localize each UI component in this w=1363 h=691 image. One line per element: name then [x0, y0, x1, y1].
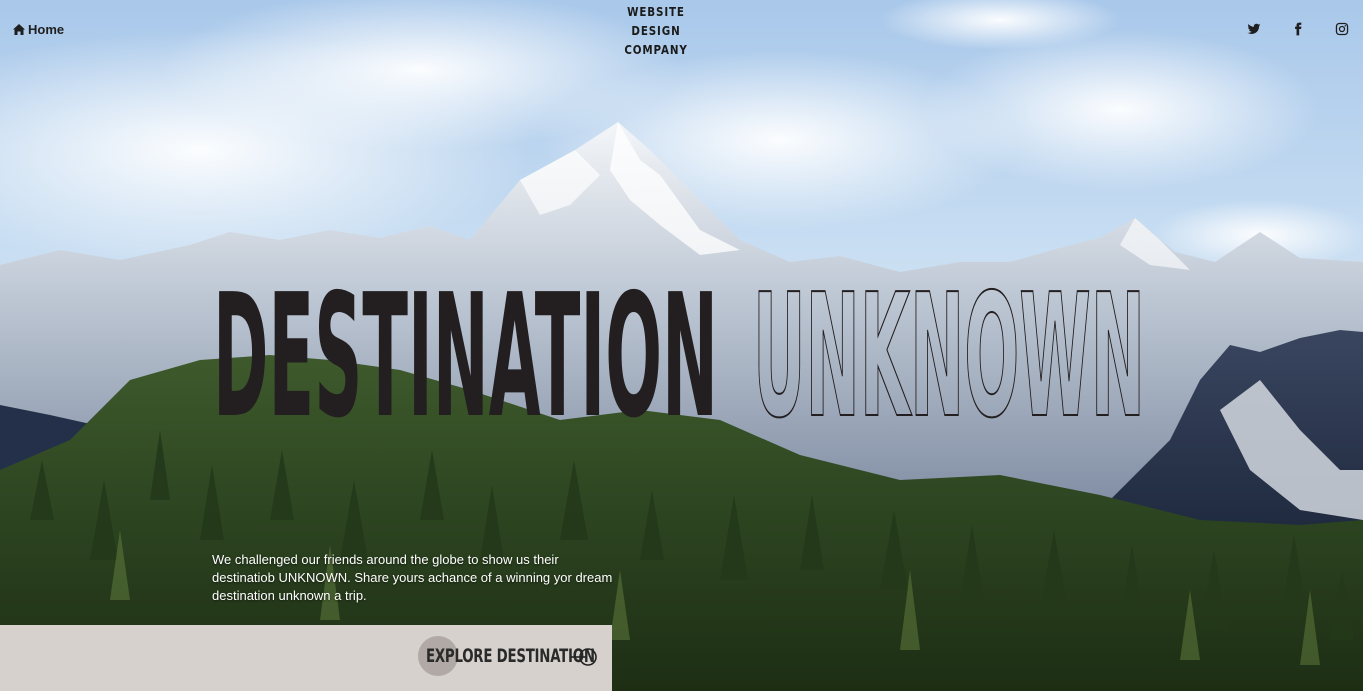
arrow-circle-icon[interactable]	[570, 646, 598, 668]
home-link[interactable]: Home	[13, 22, 64, 37]
hero-headline: DESTINATION UNKNOWN	[213, 270, 1146, 430]
headline-solid: DESTINATION	[213, 270, 718, 430]
brand-line: WEBSITE	[627, 5, 685, 19]
facebook-icon[interactable]	[1291, 22, 1305, 36]
hero-page: Home WEBSITE DESIGN COMPANY DESTINATION …	[0, 0, 1363, 691]
explore-destination-button[interactable]: EXPLORE DESTINATION	[0, 625, 612, 691]
hero-tagline: We challenged our friends around the glo…	[212, 552, 613, 603]
home-icon	[13, 24, 25, 35]
brand-logo[interactable]: WEBSITE DESIGN COMPANY	[604, 3, 707, 60]
instagram-icon[interactable]	[1335, 22, 1349, 36]
brand-line: COMPANY	[624, 43, 688, 57]
brand-line: DESIGN	[631, 24, 681, 38]
headline-outline: UNKNOWN	[753, 270, 1145, 430]
social-links	[1247, 22, 1349, 36]
twitter-icon[interactable]	[1247, 22, 1261, 36]
home-link-label: Home	[28, 22, 65, 37]
